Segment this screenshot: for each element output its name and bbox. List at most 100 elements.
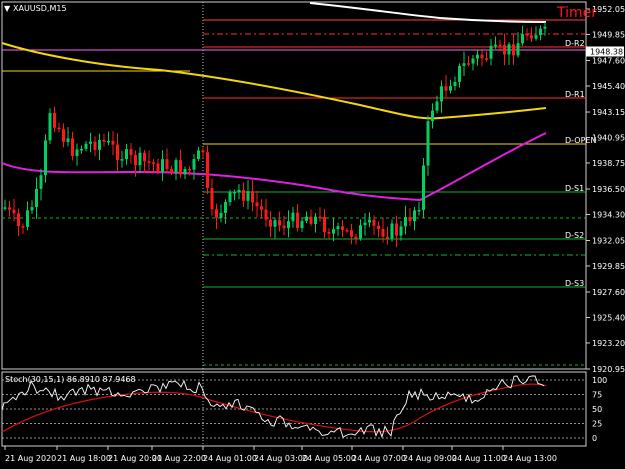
candle[interactable]: [3, 199, 7, 211]
candle[interactable]: [534, 26, 538, 41]
candle[interactable]: [318, 207, 322, 222]
candle[interactable]: [341, 220, 344, 238]
candle[interactable]: [350, 223, 353, 245]
candle[interactable]: [138, 147, 142, 174]
candle[interactable]: [93, 136, 97, 157]
candle[interactable]: [8, 200, 11, 217]
candle[interactable]: [417, 201, 421, 216]
candle[interactable]: [287, 210, 290, 238]
candle[interactable]: [458, 63, 461, 88]
candle[interactable]: [102, 133, 106, 147]
candle[interactable]: [62, 123, 65, 148]
chart-title[interactable]: ▼ XAUUSD,M15: [4, 4, 67, 13]
candle[interactable]: [197, 146, 200, 162]
candle[interactable]: [170, 165, 173, 176]
candle[interactable]: [386, 226, 389, 245]
candle[interactable]: [530, 27, 533, 42]
candle[interactable]: [485, 51, 488, 62]
candle[interactable]: [48, 108, 52, 145]
candlesticks[interactable]: [3, 22, 547, 248]
candle[interactable]: [377, 221, 380, 238]
candle[interactable]: [201, 147, 205, 159]
candle[interactable]: [89, 132, 92, 153]
candle[interactable]: [314, 212, 317, 233]
candle[interactable]: [111, 131, 115, 156]
candle[interactable]: [332, 218, 335, 242]
candle[interactable]: [143, 149, 146, 174]
candle[interactable]: [489, 38, 493, 66]
candle[interactable]: [503, 33, 506, 66]
candle[interactable]: [57, 122, 61, 133]
candle[interactable]: [39, 168, 43, 201]
candle[interactable]: [66, 127, 70, 147]
candle[interactable]: [242, 182, 245, 208]
candle[interactable]: [26, 201, 29, 231]
candle[interactable]: [399, 220, 403, 241]
candle[interactable]: [449, 79, 452, 94]
candle[interactable]: [300, 217, 304, 232]
candle[interactable]: [237, 184, 241, 200]
candle[interactable]: [156, 158, 160, 175]
candle[interactable]: [345, 227, 349, 233]
candle[interactable]: [255, 190, 259, 218]
candle[interactable]: [440, 80, 443, 113]
candle[interactable]: [224, 199, 227, 224]
candle[interactable]: [516, 32, 520, 58]
candle[interactable]: [35, 177, 38, 219]
candle[interactable]: [246, 180, 250, 210]
candle[interactable]: [273, 217, 277, 239]
candle[interactable]: [525, 28, 529, 41]
candle[interactable]: [44, 134, 47, 183]
candle[interactable]: [426, 115, 430, 176]
candle[interactable]: [215, 203, 218, 230]
candle[interactable]: [431, 103, 434, 129]
candle[interactable]: [264, 198, 268, 228]
candle[interactable]: [336, 222, 340, 237]
candle[interactable]: [305, 211, 308, 224]
candle[interactable]: [71, 131, 74, 161]
candle[interactable]: [84, 140, 88, 152]
candle[interactable]: [282, 215, 286, 236]
trading-chart[interactable]: D-R2D-R1D-OPEND-S1D-S2D-S3 1952.051949.8…: [0, 0, 625, 469]
candle[interactable]: [309, 209, 313, 227]
candle[interactable]: [539, 25, 542, 41]
candle[interactable]: [183, 166, 187, 180]
candle[interactable]: [476, 50, 479, 66]
candle[interactable]: [165, 148, 169, 174]
candle[interactable]: [260, 199, 263, 219]
candle[interactable]: [467, 55, 470, 67]
candle[interactable]: [453, 76, 457, 91]
candle[interactable]: [17, 208, 20, 236]
candle[interactable]: [278, 211, 281, 232]
candle[interactable]: [363, 213, 367, 236]
candle[interactable]: [80, 145, 83, 154]
candle[interactable]: [120, 150, 124, 168]
candle[interactable]: [521, 25, 524, 46]
candle[interactable]: [269, 211, 272, 237]
candle[interactable]: [462, 51, 466, 77]
candle[interactable]: [219, 204, 223, 223]
candle[interactable]: [323, 208, 326, 238]
candle[interactable]: [512, 33, 515, 65]
candle[interactable]: [206, 145, 209, 195]
candle[interactable]: [21, 223, 25, 234]
candle[interactable]: [147, 150, 151, 171]
candle[interactable]: [368, 212, 371, 228]
candle[interactable]: [174, 157, 178, 181]
symbol-dropdown-icon[interactable]: ▼: [4, 4, 11, 13]
candle[interactable]: [98, 133, 101, 161]
candle[interactable]: [444, 75, 448, 98]
candle[interactable]: [404, 205, 407, 235]
candle[interactable]: [480, 50, 484, 67]
candle[interactable]: [422, 157, 425, 218]
candle[interactable]: [233, 189, 236, 201]
candle[interactable]: [179, 149, 182, 178]
candle[interactable]: [53, 106, 56, 133]
candle[interactable]: [210, 178, 214, 216]
candle[interactable]: [129, 143, 133, 164]
candle[interactable]: [161, 150, 164, 181]
candle[interactable]: [296, 204, 299, 232]
candle[interactable]: [291, 206, 295, 228]
candle[interactable]: [251, 180, 254, 212]
candle[interactable]: [327, 228, 331, 240]
